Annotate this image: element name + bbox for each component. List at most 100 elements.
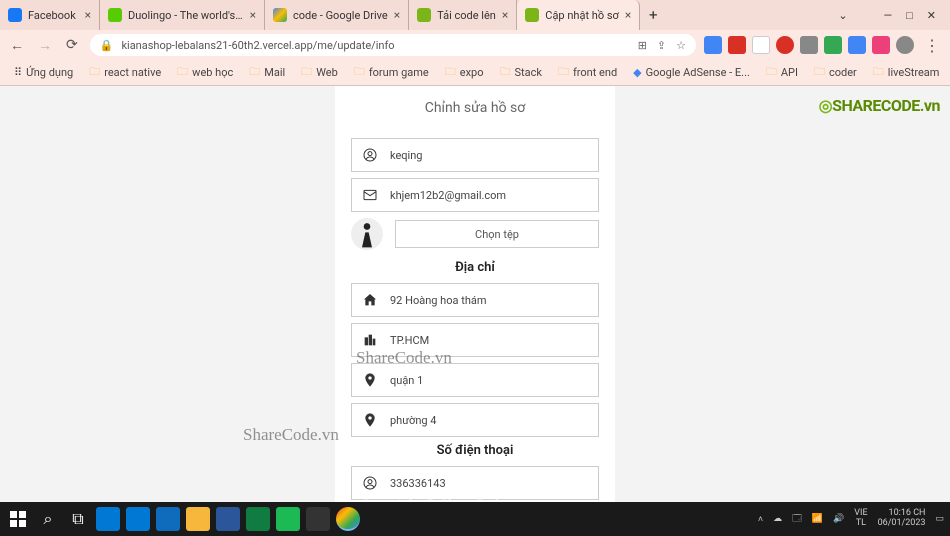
- tab-label: code - Google Drive: [293, 9, 388, 22]
- minimize-button[interactable]: —: [884, 9, 893, 22]
- edge-icon[interactable]: [96, 507, 120, 531]
- phone-input[interactable]: 336336143: [351, 466, 599, 500]
- new-tab-button[interactable]: +: [640, 0, 666, 30]
- close-icon[interactable]: ×: [502, 8, 508, 22]
- city-value: TP.HCM: [390, 334, 429, 347]
- vscode-icon[interactable]: [126, 507, 150, 531]
- close-icon[interactable]: ×: [250, 8, 256, 22]
- ext-icon[interactable]: [776, 36, 794, 54]
- bookmark-folder[interactable]: 🗀coder: [808, 63, 863, 82]
- url-text: kianashop-lebalans21-60th2.vercel.app/me…: [121, 39, 394, 52]
- caret-down-icon[interactable]: ⌄: [838, 9, 847, 22]
- avatar-row: Chọn tệp: [351, 218, 599, 250]
- sharecode-watermark-logo: ◎SHARECODE.vn: [819, 96, 940, 116]
- task-view-icon[interactable]: ⧉: [66, 507, 90, 531]
- bookmark-folder[interactable]: 🗀front end: [552, 63, 623, 82]
- maximize-button[interactable]: □: [906, 9, 913, 22]
- user-icon: [362, 147, 378, 163]
- menu-icon[interactable]: ⋮: [920, 36, 944, 55]
- bookmark-folder[interactable]: 🗀API: [760, 63, 804, 82]
- phone-value: 336336143: [390, 477, 446, 490]
- clock-date: 06/01/2023: [878, 519, 926, 529]
- mail-icon: [362, 187, 378, 203]
- avatar: [351, 218, 383, 250]
- ward-input[interactable]: phường 4: [351, 403, 599, 437]
- tab-facebook[interactable]: Facebook ×: [0, 0, 100, 30]
- tray-chevron-icon[interactable]: ˄: [758, 514, 763, 525]
- tab-label: Tải code lên: [437, 9, 496, 22]
- username-input[interactable]: keqing: [351, 138, 599, 172]
- bookmark-folder[interactable]: 🗀Web: [295, 63, 344, 82]
- lock-icon: 🔒: [100, 39, 114, 52]
- bookmark-folder[interactable]: 🗀web học: [171, 63, 239, 82]
- star-icon[interactable]: ☆: [676, 39, 686, 52]
- profile-form: Chỉnh sửa hồ sơ keqing khjem12b2@gmail.c…: [335, 86, 615, 502]
- address-bar[interactable]: 🔒 kianashop-lebalans21-60th2.vercel.app/…: [90, 34, 696, 56]
- battery-icon[interactable]: 🗔: [792, 511, 802, 527]
- back-button[interactable]: ←: [10, 37, 24, 54]
- notifications-icon[interactable]: ▭: [935, 514, 944, 524]
- ext-icon[interactable]: [800, 36, 818, 54]
- excel-icon[interactable]: [246, 507, 270, 531]
- ext-icon[interactable]: [824, 36, 842, 54]
- app-icon[interactable]: [306, 507, 330, 531]
- wifi-icon[interactable]: 📶: [812, 514, 823, 524]
- forward-button[interactable]: →: [38, 37, 52, 54]
- explorer-icon[interactable]: [186, 507, 210, 531]
- city-input[interactable]: TP.HCM: [351, 323, 599, 357]
- window-controls: ⌄ — □ ✕: [828, 0, 946, 30]
- word-icon[interactable]: [216, 507, 240, 531]
- email-value: khjem12b2@gmail.com: [390, 189, 506, 202]
- close-icon[interactable]: ×: [85, 8, 91, 22]
- translate-icon[interactable]: ⊞: [638, 39, 647, 52]
- sharecode-icon: [417, 8, 431, 22]
- volume-icon[interactable]: 🔊: [833, 514, 844, 524]
- search-icon[interactable]: ⌕: [36, 507, 60, 531]
- tab-profile[interactable]: Cập nhật hồ sơ ×: [517, 0, 640, 30]
- system-tray: ˄ ☁ 🗔 📶 🔊 VIE TL 10:16 CH 06/01/2023 ▭: [758, 509, 944, 529]
- bookmark-folder[interactable]: 🗀Mail: [243, 63, 291, 82]
- street-input[interactable]: 92 Hoàng hoa thám: [351, 283, 599, 317]
- share-icon[interactable]: ⇪: [657, 39, 666, 52]
- drive-icon: [273, 8, 287, 22]
- spotify-icon[interactable]: [276, 507, 300, 531]
- ext-icon[interactable]: [752, 36, 770, 54]
- toolbar: ← → ⟳ 🔒 kianashop-lebalans21-60th2.verce…: [0, 30, 950, 60]
- ext-icon[interactable]: [896, 36, 914, 54]
- bookmark-folder[interactable]: 🗀Stack: [493, 63, 547, 82]
- district-input[interactable]: quận 1: [351, 363, 599, 397]
- tab-label: Facebook: [28, 9, 79, 22]
- bookmark-item[interactable]: ◆Google AdSense - E...: [627, 66, 756, 79]
- pin-icon: [362, 412, 378, 428]
- tab-upload[interactable]: Tải code lên ×: [409, 0, 517, 30]
- ext-icon[interactable]: [848, 36, 866, 54]
- tab-drive[interactable]: code - Google Drive ×: [265, 0, 409, 30]
- facebook-icon: [8, 8, 22, 22]
- start-button[interactable]: [6, 507, 30, 531]
- tab-duolingo[interactable]: Duolingo - The world's best ×: [100, 0, 265, 30]
- ext-icon[interactable]: [872, 36, 890, 54]
- tab-strip: Facebook × Duolingo - The world's best ×…: [0, 0, 950, 30]
- email-input[interactable]: khjem12b2@gmail.com: [351, 178, 599, 212]
- ext-icon[interactable]: [728, 36, 746, 54]
- chrome-icon[interactable]: [336, 507, 360, 531]
- close-icon[interactable]: ×: [394, 8, 400, 22]
- bookmark-folder[interactable]: 🗀liveStream: [867, 63, 946, 82]
- cloud-icon[interactable]: ☁: [773, 514, 782, 524]
- apps-button[interactable]: ⠿Ứng dụng: [8, 66, 79, 79]
- site-icon: [525, 8, 539, 22]
- bookmark-folder[interactable]: 🗀forum game: [348, 63, 435, 82]
- choose-file-button[interactable]: Chọn tệp: [395, 220, 599, 248]
- duolingo-icon: [108, 8, 122, 22]
- street-value: 92 Hoàng hoa thám: [390, 294, 487, 307]
- bookmark-folder[interactable]: 🗀react native: [83, 63, 167, 82]
- home-icon: [362, 292, 378, 308]
- close-icon[interactable]: ×: [625, 8, 631, 22]
- taskbar: ⌕ ⧉ ˄ ☁ 🗔 📶 🔊 VIE TL 10:16 CH 06/01/2023…: [0, 502, 950, 536]
- mail-icon[interactable]: [156, 507, 180, 531]
- avatar-image: [357, 220, 377, 248]
- reload-button[interactable]: ⟳: [66, 37, 78, 53]
- ext-icon[interactable]: [704, 36, 722, 54]
- bookmark-folder[interactable]: 🗀expo: [439, 63, 490, 82]
- close-window-button[interactable]: ✕: [927, 9, 936, 22]
